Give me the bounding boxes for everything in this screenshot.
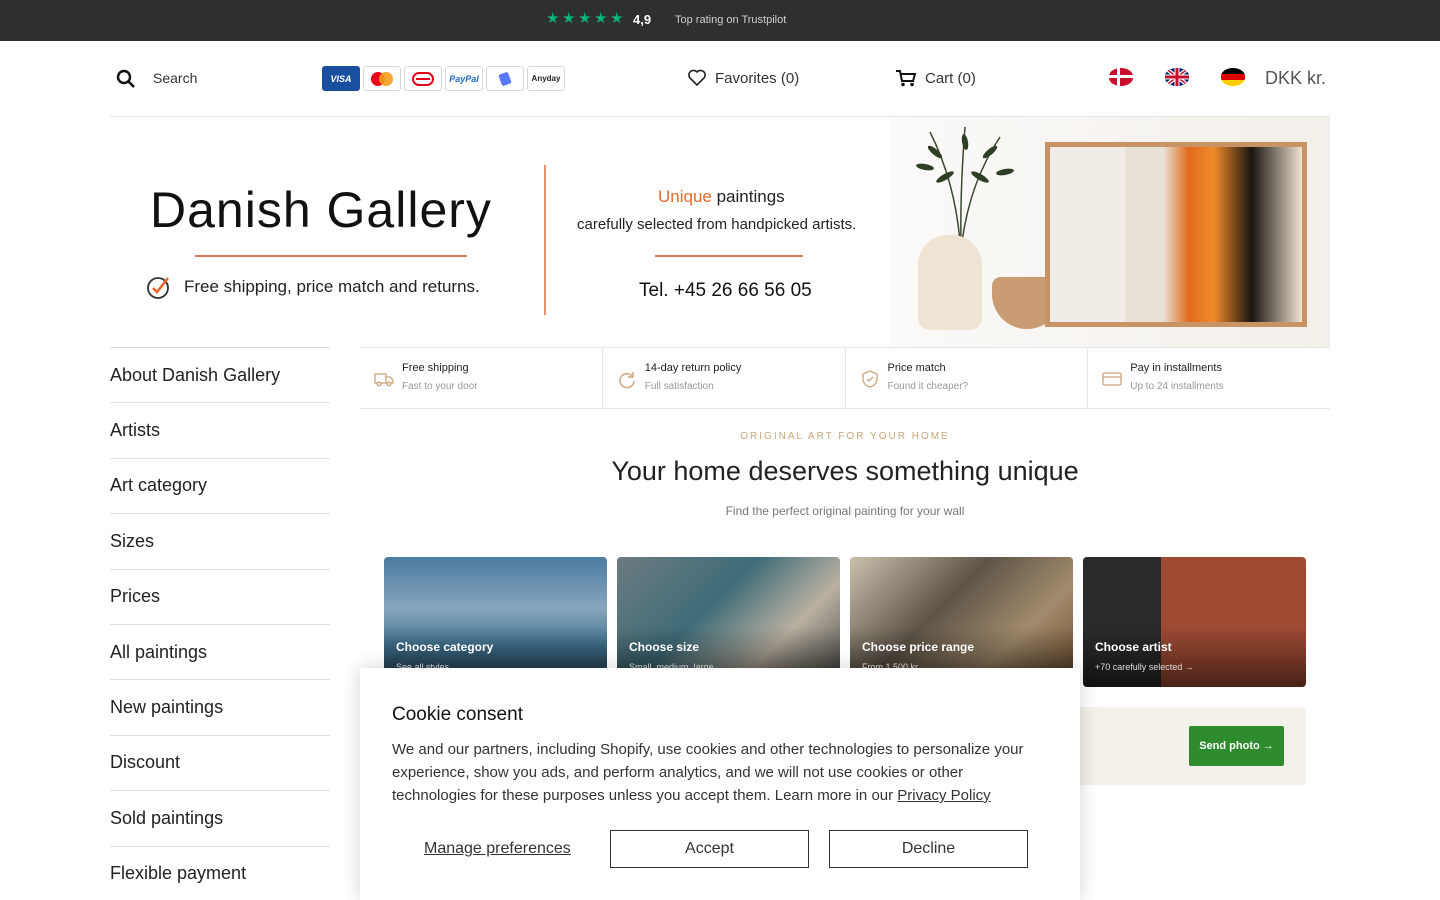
star-icon: ★ [578, 10, 592, 27]
cart-label: Cart (0) [925, 69, 976, 87]
hero-unique-rest: paintings [711, 187, 785, 206]
feature-subtitle: Found it cheaper? [887, 381, 969, 392]
dankort-icon [404, 66, 442, 91]
anyday-icon: Anyday [527, 66, 565, 91]
sidebar-item-sizes[interactable]: Sizes [110, 513, 330, 568]
danish-flag-icon[interactable] [1109, 68, 1133, 86]
plant-image [916, 126, 1014, 242]
mobilepay-icon [486, 66, 524, 91]
cookie-consent-dialog: Cookie consent We and our partners, incl… [360, 668, 1080, 900]
feature-title: Pay in installments [1130, 362, 1222, 374]
accept-button[interactable]: Accept [610, 830, 809, 868]
section-eyebrow: ORIGINAL ART FOR YOUR HOME [740, 431, 950, 442]
currency-selector[interactable]: DKK kr. [1265, 68, 1326, 89]
section-headline: Your home deserves something unique [611, 456, 1079, 486]
sidebar-item-art-category[interactable]: Art category [110, 457, 330, 513]
feature-subtitle: Fast to your door [402, 381, 478, 392]
truck-icon [374, 373, 394, 387]
card-title: Choose price range [862, 640, 975, 654]
sidebar-item-all-paintings[interactable]: All paintings [110, 623, 330, 679]
rating-stars: ★ ★ ★ ★ ★ [546, 10, 624, 27]
trustpilot-bar: ★ ★ ★ ★ ★ 4,9 Top rating on Trustpilot [0, 0, 1440, 41]
sidebar-item-prices[interactable]: Prices [110, 568, 330, 624]
feature-free-shipping: Free shipping Fast to your door [360, 348, 603, 408]
card-title: Choose category [396, 640, 494, 654]
star-icon: ★ [610, 10, 624, 27]
hero-subtext: carefully selected from handpicked artis… [577, 216, 857, 233]
cookie-title: Cookie consent [392, 704, 523, 725]
feature-installments: Pay in installments Up to 24 installment… [1088, 348, 1330, 408]
card-overlay [1083, 627, 1306, 687]
search-input[interactable]: Search [153, 70, 197, 86]
sidebar-item-new-paintings[interactable]: New paintings [110, 679, 330, 734]
privacy-policy-link[interactable]: Privacy Policy [897, 787, 990, 804]
cart-icon [896, 70, 917, 87]
card-subtitle: +70 carefully selected → [1095, 662, 1194, 672]
divider [195, 255, 467, 257]
shield-icon [861, 370, 878, 388]
sidebar-item-artists[interactable]: Artists [110, 402, 330, 457]
hero-shipping-text: Free shipping, price match and returns. [184, 277, 480, 296]
sidebar-item-flexible-payment[interactable]: Flexible payment [110, 845, 330, 900]
header: Search VISA PayPal Anyday Favorites (0) … [110, 41, 1330, 117]
hero-unique-text: Unique paintings [658, 187, 785, 207]
star-icon: ★ [546, 10, 560, 27]
star-icon: ★ [594, 10, 608, 27]
sidebar-nav: About Danish Gallery Artists Art categor… [110, 347, 330, 900]
feature-title: 14-day return policy [644, 362, 742, 374]
language-selector [1109, 68, 1245, 86]
divider [544, 165, 546, 315]
feature-title: Price match [887, 362, 946, 374]
feature-subtitle: Full satisfaction [644, 381, 714, 392]
uk-flag-icon[interactable] [1165, 68, 1189, 86]
star-icon: ★ [562, 10, 576, 27]
visa-icon: VISA [322, 66, 360, 91]
payment-methods: VISA PayPal Anyday [322, 66, 565, 91]
cart-link[interactable]: Cart (0) [895, 69, 976, 87]
card-icon [1102, 372, 1122, 386]
feature-title: Free shipping [402, 362, 469, 374]
cookie-text: We and our partners, including Shopify, … [392, 738, 1042, 807]
rating-value: 4,9 [633, 12, 652, 27]
card-title: Choose size [629, 640, 700, 654]
feature-strip: Free shipping Fast to your door 14-day r… [360, 347, 1330, 409]
sidebar-item-about[interactable]: About Danish Gallery [110, 347, 330, 402]
check-circle-icon [147, 277, 170, 299]
painting-image [1045, 142, 1307, 327]
sidebar-item-discount[interactable]: Discount [110, 734, 330, 790]
mastercard-icon [363, 66, 401, 91]
feature-price-match: Price match Found it cheaper? [846, 348, 1089, 408]
paypal-icon: PayPal [445, 66, 483, 91]
send-photo-button[interactable]: Send photo → [1189, 726, 1284, 766]
hero-title: Danish Gallery [150, 182, 492, 238]
german-flag-icon[interactable] [1221, 68, 1245, 86]
hero-banner: Danish Gallery Free shipping, price matc… [110, 117, 1330, 347]
divider [655, 255, 803, 257]
favorites-link[interactable]: Favorites (0) [687, 69, 799, 87]
refresh-icon [619, 372, 635, 389]
vase-image [918, 235, 982, 330]
search-icon[interactable] [116, 69, 136, 89]
hero-phone: Tel. +45 26 66 56 05 [639, 280, 812, 301]
card-choose-artist[interactable]: Choose artist +70 carefully selected → [1083, 557, 1306, 687]
card-title: Choose artist [1095, 640, 1172, 654]
manage-preferences-button[interactable]: Manage preferences [424, 840, 571, 858]
trustpilot-text[interactable]: Top rating on Trustpilot [675, 14, 786, 26]
hero-unique-accent: Unique [658, 187, 712, 206]
sidebar-item-sold-paintings[interactable]: Sold paintings [110, 790, 330, 845]
decline-button[interactable]: Decline [829, 830, 1028, 868]
heart-icon [688, 69, 706, 87]
feature-subtitle: Up to 24 installments [1130, 381, 1224, 392]
section-subline: Find the perfect original painting for y… [725, 504, 965, 518]
favorites-label: Favorites (0) [715, 69, 800, 87]
feature-return-policy: 14-day return policy Full satisfaction [603, 348, 846, 408]
